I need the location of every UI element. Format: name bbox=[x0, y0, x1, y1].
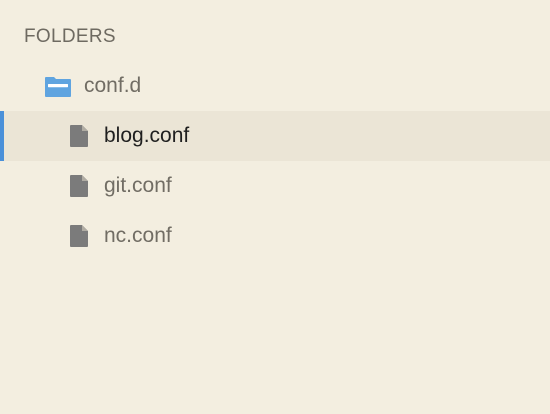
file-icon bbox=[69, 174, 89, 198]
sidebar: FOLDERS conf.d blog.conf git.conf nc.con… bbox=[0, 0, 550, 414]
folder-icon bbox=[44, 74, 72, 98]
file-row-git-conf[interactable]: git.conf bbox=[0, 161, 550, 211]
file-row-blog-conf[interactable]: blog.conf bbox=[0, 111, 550, 161]
file-label: nc.conf bbox=[104, 224, 172, 247]
folder-label: conf.d bbox=[84, 74, 142, 97]
file-label: blog.conf bbox=[104, 124, 190, 147]
folders-section-title: FOLDERS bbox=[24, 26, 116, 47]
folder-row-conf-d[interactable]: conf.d bbox=[0, 61, 550, 111]
file-icon bbox=[69, 224, 89, 248]
file-icon bbox=[69, 124, 89, 148]
file-label: git.conf bbox=[104, 174, 172, 197]
file-row-nc-conf[interactable]: nc.conf bbox=[0, 211, 550, 261]
